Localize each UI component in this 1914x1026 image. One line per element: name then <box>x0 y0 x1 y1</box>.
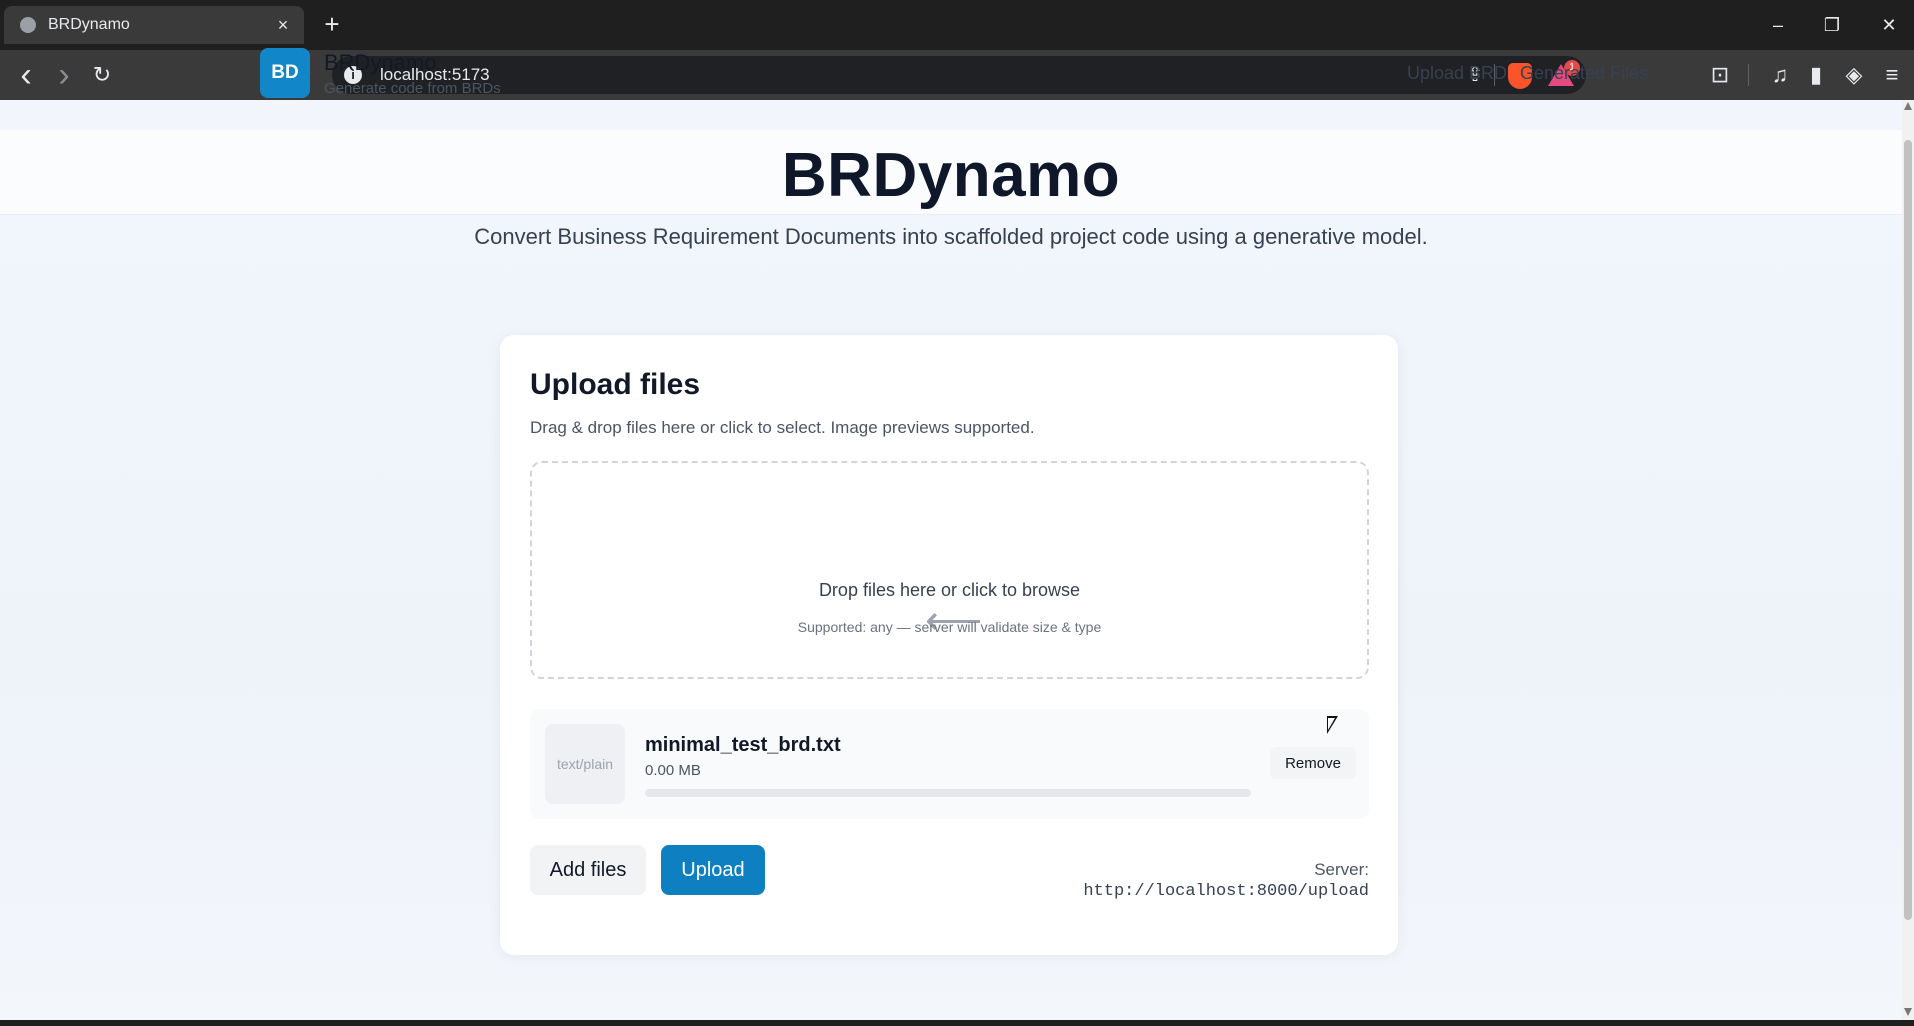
back-button[interactable]: ‹ <box>10 58 42 92</box>
server-label: Server: <box>1314 860 1369 879</box>
dropzone[interactable] <box>530 461 1369 679</box>
hero-subtitle: Convert Business Requirement Documents i… <box>474 224 1428 249</box>
vpn-icon[interactable]: ◈ <box>1838 60 1870 90</box>
remove-file-button[interactable]: Remove <box>1270 747 1356 779</box>
dropzone-text: Drop files here or click to browse <box>818 580 1081 600</box>
minimize-button[interactable]: – <box>1758 10 1798 40</box>
window-bottom-edge <box>0 1020 1914 1026</box>
scroll-down-icon[interactable] <box>1904 1008 1912 1016</box>
hero-title: BRDynamo <box>781 141 1121 210</box>
file-thumbnail: text/plain <box>545 724 625 804</box>
restore-button[interactable]: ❐ <box>1812 10 1852 40</box>
new-tab-button[interactable]: + <box>318 10 346 38</box>
nav-generated-files[interactable]: Generated Files <box>1520 63 1648 84</box>
media-icon[interactable]: ♫ <box>1764 60 1796 90</box>
server-endpoint: Server: http://localhost:8000/upload <box>1040 860 1369 901</box>
address-bar[interactable] <box>332 56 1586 94</box>
scrollbar-thumb[interactable] <box>1904 140 1912 920</box>
menu-icon[interactable]: ≡ <box>1876 60 1908 90</box>
tab-close-icon[interactable]: × <box>272 15 294 36</box>
window-close-button[interactable]: ✕ <box>1869 10 1909 40</box>
mouse-cursor-fill <box>1328 718 1335 730</box>
scroll-up-icon[interactable] <box>1904 102 1912 110</box>
reader-mode-icon[interactable]: ⊡ <box>1704 60 1736 90</box>
globe-icon <box>20 17 36 33</box>
upload-subtitle: Drag & drop files here or click to selec… <box>530 418 1035 437</box>
file-name: minimal_test_brd.txt <box>645 734 841 756</box>
tab-title: BRDynamo <box>48 16 130 33</box>
add-files-button[interactable]: Add files <box>530 845 646 895</box>
brand-name: BRDynamo <box>324 50 437 75</box>
dropzone-note: Supported: any — server will validate si… <box>797 619 1102 635</box>
file-size: 0.00 MB <box>645 762 701 779</box>
upload-progress-bar <box>645 789 1251 797</box>
brand-tagline: Generate code from BRDs <box>324 80 501 97</box>
upload-button[interactable]: Upload <box>661 845 765 895</box>
logo[interactable]: BD <box>260 48 310 98</box>
nav-upload-brd[interactable]: Upload BRD <box>1407 63 1507 84</box>
sidebar-icon[interactable]: ▮ <box>1800 60 1832 90</box>
browser-tab[interactable]: BRDynamo × <box>4 6 304 44</box>
toolbar-divider <box>1748 64 1749 86</box>
server-url: http://localhost:8000/upload <box>1083 882 1369 901</box>
forward-button[interactable]: › <box>48 58 80 92</box>
reload-button[interactable]: ↻ <box>86 60 118 90</box>
upload-title: Upload files <box>530 368 701 401</box>
